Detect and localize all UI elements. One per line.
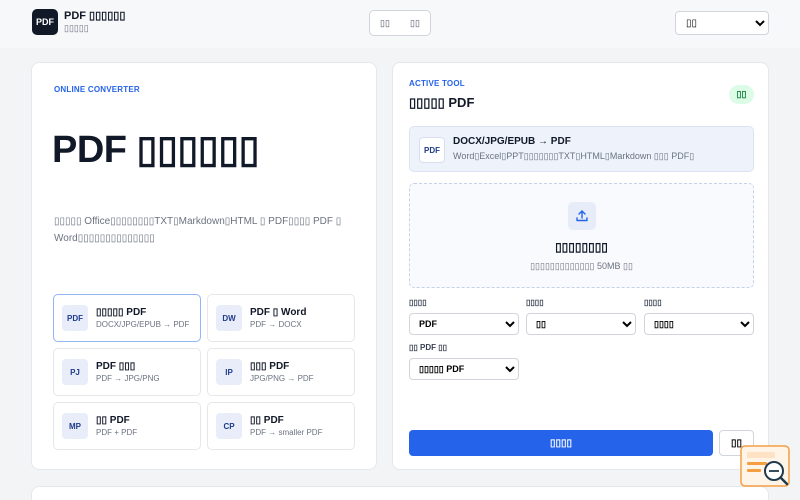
tool-subtitle: JPG/PNG → PDF [250,374,314,383]
tool-subtitle: PDF + PDF [96,428,138,437]
tool-title: PDF ▯▯▯ [96,361,136,372]
brand-subtitle: ▯▯▯▯▯ [64,23,89,33]
tool-tile-compress-pdf[interactable]: CP ▯▯ PDF PDF → smaller PDF [207,402,355,450]
view-toggle-b[interactable]: ▯▯ [400,11,430,35]
tool-text: PDF ▯▯▯ PDF → JPG/PNG [96,360,160,384]
upload-arrow-icon [576,210,588,222]
image-to-pdf-icon: IP [216,359,242,385]
convert-button[interactable]: ▯▯▯▯ [409,430,713,456]
active-tool-title: ▯▯▯▯▯ PDF [409,95,475,110]
option-label-1: ▯▯▯▯ [409,298,427,307]
option-select-4[interactable]: ▯▯▯▯▯ PDF [409,358,519,380]
tool-name: DOCX/JPG/EPUB → PDF [453,136,571,147]
tool-subtitle: PDF → smaller PDF [250,428,323,437]
bottom-section [31,486,769,500]
tool-subtitle: PDF → JPG/PNG [96,374,160,383]
tool-tile-merge-pdf[interactable]: MP ▯▯ PDF PDF + PDF [53,402,201,450]
tool-tile-image-to-pdf[interactable]: IP ▯▯▯ PDF JPG/PNG → PDF [207,348,355,396]
tool-tile-to-pdf[interactable]: PDF ▯▯▯▯▯ PDF DOCX/JPG/EPUB → PDF [53,294,201,342]
brand-text: PDF ▯▯▯▯▯▯ ▯▯▯▯▯ [64,10,125,34]
pdf-to-image-icon: PJ [62,359,88,385]
tool-text: ▯▯▯▯▯ PDF DOCX/JPG/EPUB → PDF [96,306,189,330]
option-select-3[interactable]: ▯▯▯▯ [644,313,754,335]
tool-title: ▯▯ PDF [96,415,130,426]
pdf-file-icon: PDF [419,137,445,163]
option-select-2[interactable]: ▯▯ [526,313,636,335]
pdf-to-word-icon: DW [216,305,242,331]
dropzone-title: ▯▯▯▯▯▯▯▯ [555,240,608,254]
option-select-1[interactable]: PDF [409,313,519,335]
tool-grid: PDF ▯▯▯▯▯ PDF DOCX/JPG/EPUB → PDF DW PDF… [53,294,357,450]
tool-text: PDF ▯ Word PDF → DOCX [250,306,306,330]
brand-title: PDF ▯▯▯▯▯▯ [64,10,126,22]
page-description: ▯▯▯▯▯ Office▯▯▯▯▯▯▯▯TXT▯Markdown▯HTML ▯ … [54,216,342,244]
brand[interactable]: PDF PDF ▯▯▯▯▯▯ ▯▯▯▯▯ [32,9,125,35]
tool-title: ▯▯ PDF [250,415,284,426]
active-tool-card: ACTIVE TOOL ▯▯▯▯▯ PDF ▯▯ PDF DOCX/JPG/EP… [392,62,769,470]
upload-icon [568,202,596,230]
tool-tile-pdf-to-word[interactable]: DW PDF ▯ Word PDF → DOCX [207,294,355,342]
tool-info-box: PDF DOCX/JPG/EPUB → PDF Word▯Excel▯PPT▯▯… [409,126,754,172]
tool-text: ▯▯▯ PDF JPG/PNG → PDF [250,360,314,384]
tool-subtitle: DOCX/JPG/EPUB → PDF [96,320,190,329]
merge-pdf-icon: MP [62,413,88,439]
pdf-logo-icon: PDF [32,9,58,35]
language-select[interactable]: ▯▯ [675,11,769,35]
top-bar: PDF PDF ▯▯▯▯▯▯ ▯▯▯▯▯ ▯▯ ▯▯ ▯▯ [0,0,800,48]
compress-pdf-icon: CP [216,413,242,439]
view-toggle-a[interactable]: ▯▯ [370,11,400,35]
option-label-2: ▯▯▯▯ [526,298,544,307]
option-label-4: ▯▯ PDF ▯▯ [409,343,448,352]
tool-title: ▯▯▯ PDF [250,361,290,372]
section-kicker: ONLINE CONVERTER [54,85,140,94]
dropzone-hint: ▯▯▯▯▯▯▯▯▯▯▯▯▯ 50MB ▯▯ [530,261,633,271]
page-title: PDF ▯▯▯▯▯▯ [52,129,260,171]
search-widget-icon[interactable] [739,444,793,492]
tool-text: ▯▯ PDF PDF + PDF [96,414,137,438]
search-widget-graphic [740,445,790,487]
to-pdf-icon: PDF [62,305,88,331]
tool-supported-formats: Word▯Excel▯PPT▯▯▯▯▯▯▯TXT▯HTML▯Markdown ▯… [453,151,695,161]
active-tool-kicker: ACTIVE TOOL [409,79,465,88]
status-badge: ▯▯ [729,85,754,104]
converter-intro-card: ONLINE CONVERTER PDF ▯▯▯▯▯▯ ▯▯▯▯▯ Office… [31,62,377,470]
tool-title: ▯▯▯▯▯ PDF [96,307,147,318]
tool-subtitle: PDF → DOCX [250,320,302,329]
tool-title: PDF ▯ Word [250,307,307,318]
option-label-3: ▯▯▯▯ [644,298,662,307]
tool-text: ▯▯ PDF PDF → smaller PDF [250,414,322,438]
tool-tile-pdf-to-image[interactable]: PJ PDF ▯▯▯ PDF → JPG/PNG [53,348,201,396]
file-dropzone[interactable]: ▯▯▯▯▯▯▯▯ ▯▯▯▯▯▯▯▯▯▯▯▯▯ 50MB ▯▯ [409,183,754,288]
view-toggle: ▯▯ ▯▯ [369,10,431,36]
